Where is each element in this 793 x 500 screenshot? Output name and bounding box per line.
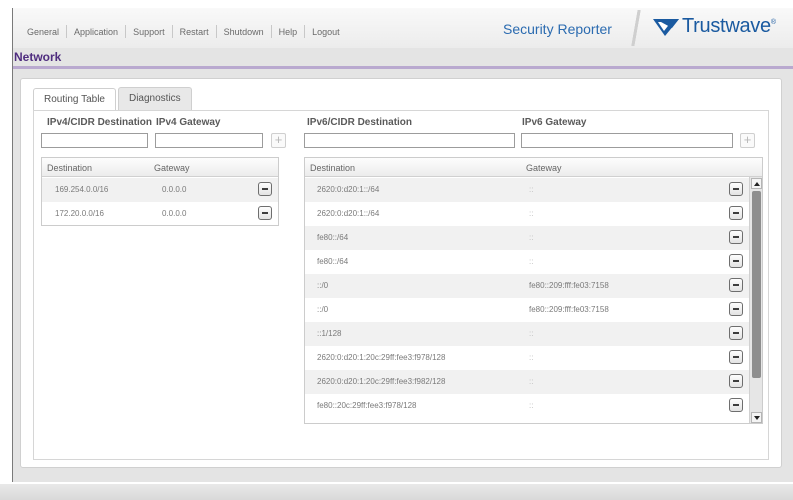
gateway-cell: :: xyxy=(529,233,534,242)
destination-cell: 2620:0:d20:1:20c:29ff:fee3:f978/128 xyxy=(317,353,446,362)
ipv4-add-button[interactable]: + xyxy=(271,133,286,148)
nav-application[interactable]: Application xyxy=(67,27,125,37)
tab-bar: Routing Table Diagnostics xyxy=(33,87,194,112)
remove-route-button[interactable] xyxy=(729,230,743,244)
ipv4-destination-input[interactable] xyxy=(41,133,148,148)
table-row: 2620:0:d20:1:20c:29ff:fee3:f978/128 :: xyxy=(305,346,749,370)
product-name: Security Reporter xyxy=(503,21,612,37)
table-row: 2620:0:d20:1::/64 :: xyxy=(305,178,749,202)
gateway-cell: fe80::209:fff:fe03:7158 xyxy=(529,305,609,314)
nav-logout[interactable]: Logout xyxy=(305,27,347,37)
destination-cell: 2620:0:d20:1::/64 xyxy=(317,185,380,194)
nav-shutdown[interactable]: Shutdown xyxy=(217,27,271,37)
table-row: fe80::/64 :: xyxy=(305,226,749,250)
remove-route-button[interactable] xyxy=(258,182,272,196)
column-header-gateway: Gateway xyxy=(526,163,562,173)
nav-restart[interactable]: Restart xyxy=(173,27,216,37)
remove-route-button[interactable] xyxy=(729,302,743,316)
destination-cell: fe80::/64 xyxy=(317,257,349,266)
tab-routing-table[interactable]: Routing Table xyxy=(33,88,116,112)
ipv4-table-header: Destination Gateway xyxy=(42,158,278,177)
destination-cell: ::/0 xyxy=(317,305,329,314)
trustwave-logo-icon xyxy=(653,18,679,36)
ipv6-destination-label: IPv6/CIDR Destination xyxy=(307,117,413,128)
ipv4-destination-label: IPv4/CIDR Destination xyxy=(47,117,153,128)
destination-cell: 172.20.0.0/16 xyxy=(55,209,104,218)
remove-route-button[interactable] xyxy=(729,206,743,220)
column-header-destination: Destination xyxy=(47,163,93,173)
network-panel: Routing Table Diagnostics IPv4/CIDR Dest… xyxy=(20,78,782,468)
page-title: Network xyxy=(14,50,62,64)
gateway-cell: 0.0.0.0 xyxy=(162,185,187,194)
gateway-cell: :: xyxy=(529,353,534,362)
main-nav: General Application Support Restart Shut… xyxy=(20,25,347,38)
remove-route-button[interactable] xyxy=(729,182,743,196)
gateway-cell: :: xyxy=(529,329,534,338)
remove-route-button[interactable] xyxy=(729,254,743,268)
table-row: 2620:0:d20:1:20c:29ff:fee3:f982/128 :: xyxy=(305,370,749,394)
remove-route-button[interactable] xyxy=(258,206,272,220)
gateway-cell: :: xyxy=(529,185,534,194)
gateway-cell: :: xyxy=(529,209,534,218)
remove-route-button[interactable] xyxy=(729,374,743,388)
column-header-destination: Destination xyxy=(310,163,356,173)
ipv6-add-button[interactable]: + xyxy=(740,133,755,148)
ipv6-gateway-input[interactable] xyxy=(521,133,733,148)
ipv4-routing-table: Destination Gateway 169.254.0.0/16 0.0.0… xyxy=(41,157,279,226)
logo-registered-mark: ® xyxy=(770,19,776,26)
table-row: ::/0 fe80::209:fff:fe03:7158 xyxy=(305,274,749,298)
table-row: fe80::/64 :: xyxy=(305,250,749,274)
nav-help[interactable]: Help xyxy=(272,27,305,37)
tab-diagnostics[interactable]: Diagnostics xyxy=(117,87,192,111)
ipv4-gateway-input[interactable] xyxy=(155,133,263,148)
destination-cell: 2620:0:d20:1:20c:29ff:fee3:f982/128 xyxy=(317,377,446,386)
trustwave-logo: Trustwave ® xyxy=(653,15,776,38)
ipv6-routing-table: Destination Gateway 2620:0:d20:1::/64 ::… xyxy=(304,157,763,424)
destination-cell: 2620:0:d20:1::/64 xyxy=(317,209,380,218)
table-row: ::/0 fe80::209:fff:fe03:7158 xyxy=(305,298,749,322)
gateway-cell: fe80::209:fff:fe03:7158 xyxy=(529,281,609,290)
gateway-cell: :: xyxy=(529,257,534,266)
gateway-cell: :: xyxy=(529,377,534,386)
table-row: fe80::20c:29ff:fee3:f978/128 :: xyxy=(305,394,749,418)
header-divider xyxy=(625,10,647,46)
column-header-gateway: Gateway xyxy=(154,163,190,173)
routing-table-content: IPv4/CIDR Destination IPv4 Gateway + IPv… xyxy=(33,110,769,460)
top-navigation-bar: General Application Support Restart Shut… xyxy=(13,8,793,48)
table-row: 169.254.0.0/16 0.0.0.0 xyxy=(42,178,278,202)
nav-general[interactable]: General xyxy=(20,27,66,37)
ipv6-gateway-label: IPv6 Gateway xyxy=(522,117,587,128)
title-rule xyxy=(13,66,793,69)
destination-cell: 169.254.0.0/16 xyxy=(55,185,109,194)
scroll-up-arrow-icon[interactable] xyxy=(751,178,762,189)
destination-cell: fe80::/64 xyxy=(317,233,349,242)
table-row: ::1/128 :: xyxy=(305,322,749,346)
scroll-down-arrow-icon[interactable] xyxy=(751,412,762,423)
gateway-cell: 0.0.0.0 xyxy=(162,209,187,218)
table-row: 172.20.0.0/16 0.0.0.0 xyxy=(42,202,278,225)
app-window: General Application Support Restart Shut… xyxy=(12,8,793,482)
ipv6-table-scrollbar[interactable] xyxy=(749,177,762,423)
scroll-thumb[interactable] xyxy=(752,191,761,378)
gateway-cell: :: xyxy=(529,401,534,410)
footer-bar xyxy=(0,484,793,500)
remove-route-button[interactable] xyxy=(729,398,743,412)
table-row: 2620:0:d20:1::/64 :: xyxy=(305,202,749,226)
destination-cell: fe80::20c:29ff:fee3:f978/128 xyxy=(317,401,417,410)
ipv4-gateway-label: IPv4 Gateway xyxy=(156,117,221,128)
remove-route-button[interactable] xyxy=(729,278,743,292)
ipv6-table-header: Destination Gateway xyxy=(305,158,762,177)
remove-route-button[interactable] xyxy=(729,326,743,340)
destination-cell: ::/0 xyxy=(317,281,329,290)
destination-cell: ::1/128 xyxy=(317,329,342,338)
ipv6-destination-input[interactable] xyxy=(304,133,515,148)
nav-support[interactable]: Support xyxy=(126,27,172,37)
remove-route-button[interactable] xyxy=(729,350,743,364)
logo-text: Trustwave xyxy=(682,15,771,37)
